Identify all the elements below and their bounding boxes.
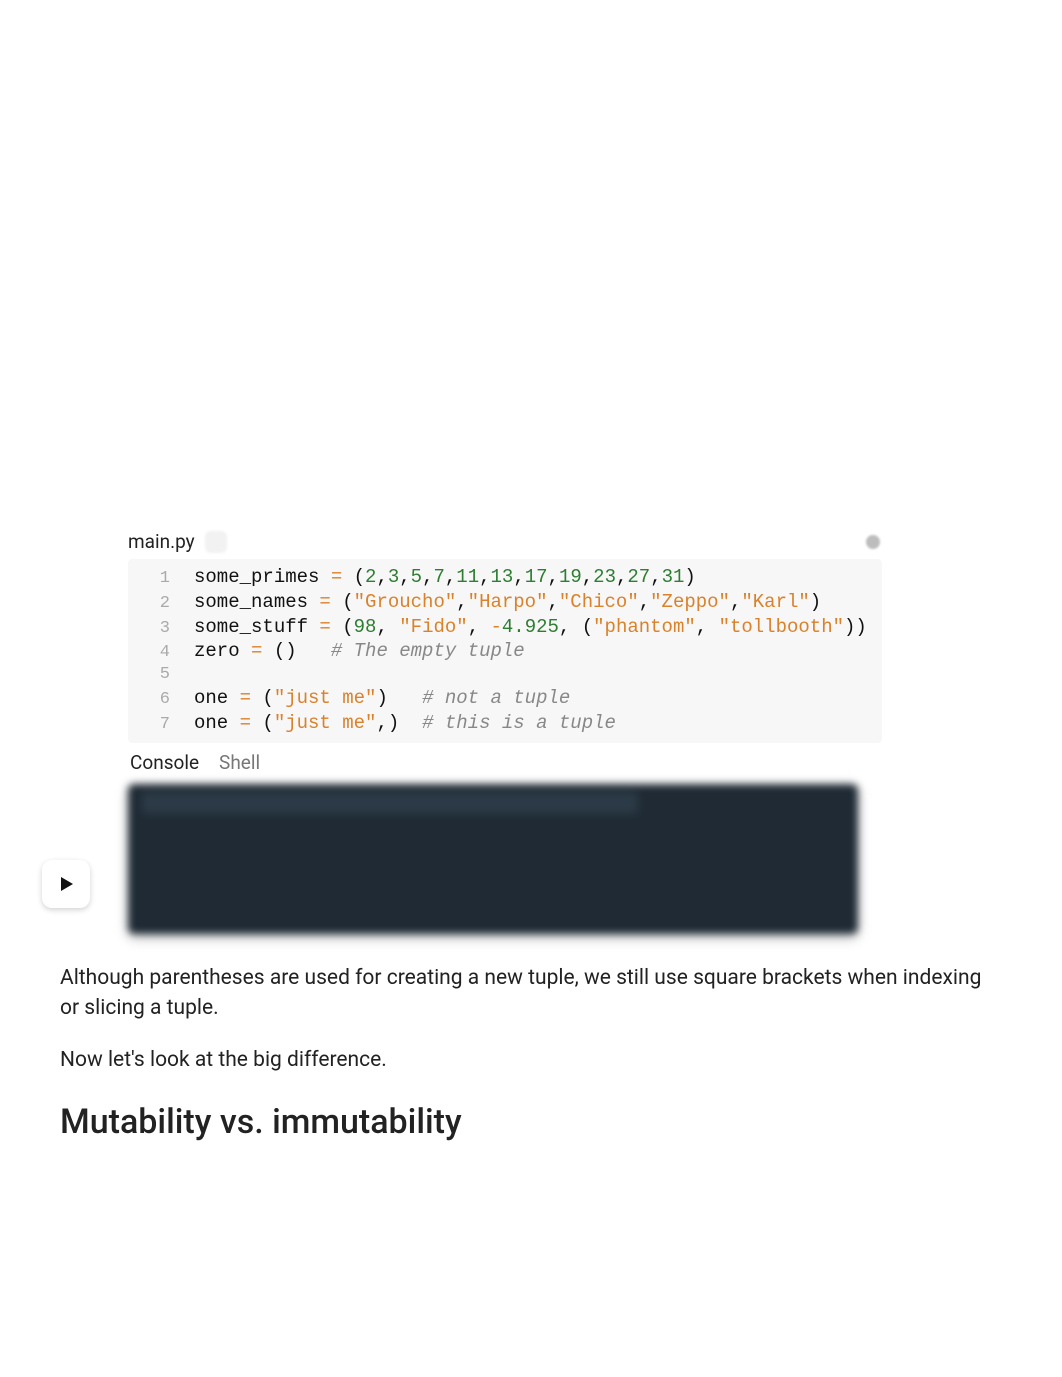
- file-header: main.py: [128, 530, 882, 559]
- console-output[interactable]: [128, 784, 858, 934]
- code-line: 3some_stuff = (98, "Fido", -4.925, ("pha…: [128, 615, 882, 640]
- prose: Although parentheses are used for creati…: [60, 964, 1002, 1075]
- line-number: 3: [128, 618, 194, 640]
- code-line: 1some_primes = (2,3,5,7,11,13,17,19,23,2…: [128, 565, 882, 590]
- run-button[interactable]: [42, 860, 90, 908]
- line-number: 6: [128, 689, 194, 711]
- tab-shell[interactable]: Shell: [219, 751, 260, 774]
- code-line: 4zero = () # The empty tuple: [128, 639, 882, 664]
- console-blur-line: [142, 792, 638, 814]
- code-line: 6one = ("just me") # not a tuple: [128, 686, 882, 711]
- paragraph-1: Although parentheses are used for creati…: [60, 964, 1002, 1024]
- code-content: zero = () # The empty tuple: [194, 639, 525, 663]
- code-content: some_stuff = (98, "Fido", -4.925, ("phan…: [194, 615, 867, 639]
- code-line: 5: [128, 664, 882, 686]
- paragraph-2: Now let's look at the big difference.: [60, 1046, 1002, 1076]
- status-dot: [866, 535, 880, 549]
- file-name: main.py: [128, 530, 195, 553]
- code-line: 2some_names = ("Groucho","Harpo","Chico"…: [128, 590, 882, 615]
- code-editor: main.py 1some_primes = (2,3,5,7,11,13,17…: [128, 530, 882, 934]
- play-icon: [58, 876, 74, 892]
- code-content: one = ("just me") # not a tuple: [194, 686, 570, 710]
- line-number: 5: [128, 664, 194, 686]
- section-heading: Mutability vs. immutability: [60, 1102, 1002, 1142]
- output-tabs: Console Shell: [128, 743, 882, 780]
- line-number: 4: [128, 642, 194, 664]
- file-decoration: [205, 531, 227, 553]
- code-content: one = ("just me",) # this is a tuple: [194, 711, 616, 735]
- code-line: 7one = ("just me",) # this is a tuple: [128, 711, 882, 736]
- line-number: 1: [128, 568, 194, 590]
- code-block[interactable]: 1some_primes = (2,3,5,7,11,13,17,19,23,2…: [128, 559, 882, 743]
- line-number: 7: [128, 714, 194, 736]
- code-content: some_names = ("Groucho","Harpo","Chico",…: [194, 590, 821, 614]
- line-number: 2: [128, 593, 194, 615]
- code-content: some_primes = (2,3,5,7,11,13,17,19,23,27…: [194, 565, 696, 589]
- tab-console[interactable]: Console: [130, 751, 199, 774]
